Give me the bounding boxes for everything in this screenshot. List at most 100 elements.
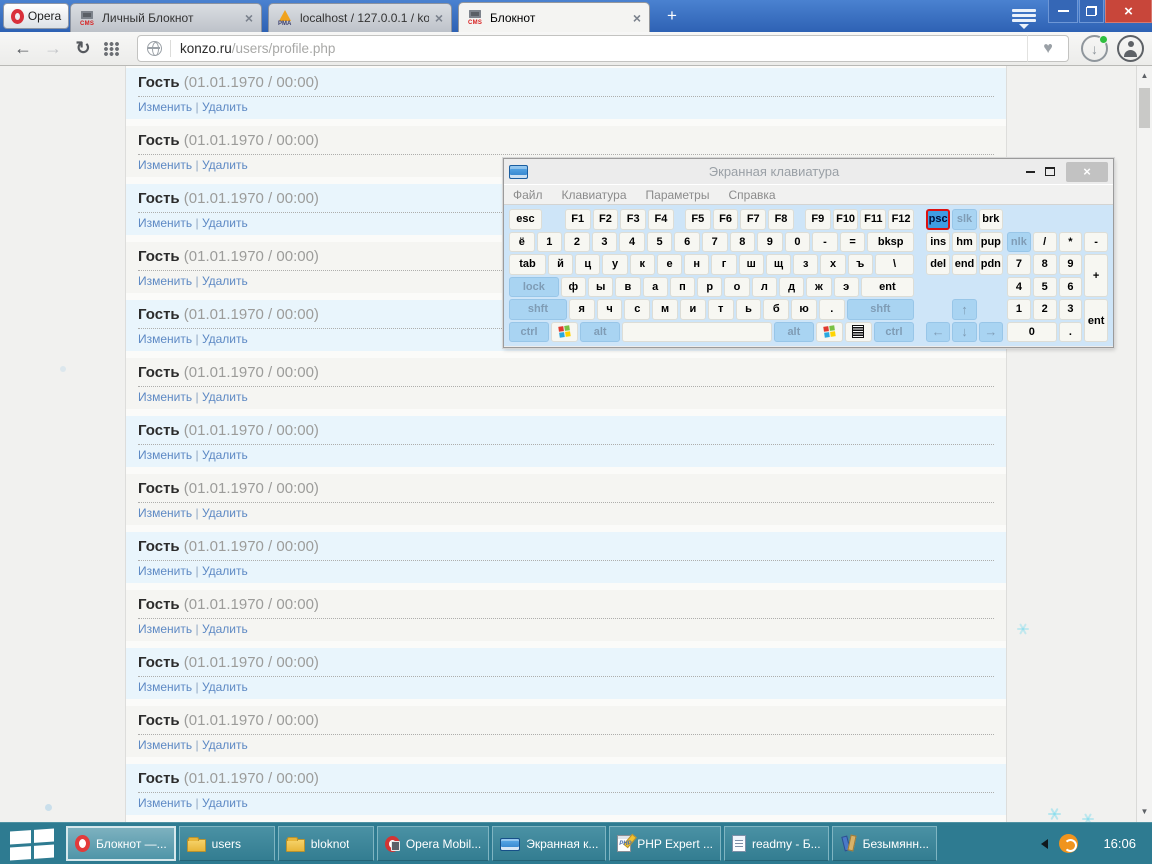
edit-link[interactable]: Изменить: [138, 332, 192, 346]
key-/[interactable]: /: [1033, 232, 1057, 253]
key-win[interactable]: [816, 322, 843, 343]
key-а[interactable]: а: [643, 277, 668, 298]
key-psc[interactable]: psc: [926, 209, 950, 230]
key-end[interactable]: end: [952, 254, 976, 275]
key-shft[interactable]: shft: [509, 299, 567, 320]
edit-link[interactable]: Изменить: [138, 448, 192, 462]
delete-link[interactable]: Удалить: [202, 216, 248, 230]
bookmark-button[interactable]: ♥: [1027, 35, 1069, 62]
key-7[interactable]: 7: [1007, 254, 1031, 275]
key-ins[interactable]: ins: [926, 232, 950, 253]
key-5[interactable]: 5: [647, 232, 673, 253]
key--[interactable]: -: [812, 232, 838, 253]
taskbar-button-keyboard-4[interactable]: Экранная к...: [492, 826, 606, 861]
osk-menu-item[interactable]: Файл: [513, 188, 543, 202]
forward-button[interactable]: →: [38, 38, 68, 59]
url-text[interactable]: konzo.ru/users/profile.php: [180, 41, 335, 56]
key-ч[interactable]: ч: [597, 299, 623, 320]
key-F1[interactable]: F1: [565, 209, 591, 230]
edit-link[interactable]: Изменить: [138, 158, 192, 172]
delete-link[interactable]: Удалить: [202, 738, 248, 752]
key-б[interactable]: б: [763, 299, 789, 320]
key-ф[interactable]: ф: [561, 277, 586, 298]
edit-link[interactable]: Изменить: [138, 738, 192, 752]
key-F10[interactable]: F10: [833, 209, 859, 230]
browser-tab[interactable]: CMSЛичный Блокнот×: [70, 3, 262, 32]
osk-minimize-button[interactable]: [1020, 162, 1040, 182]
edit-link[interactable]: Изменить: [138, 680, 192, 694]
delete-link[interactable]: Удалить: [202, 448, 248, 462]
key-↓[interactable]: ↓: [952, 322, 976, 343]
key-у[interactable]: у: [602, 254, 627, 275]
key-3[interactable]: 3: [1059, 299, 1083, 320]
tab-close-icon[interactable]: ×: [435, 12, 443, 24]
scroll-down-arrow[interactable]: ▼: [1137, 804, 1152, 820]
key-ctrl[interactable]: ctrl: [874, 322, 914, 343]
key-к[interactable]: к: [630, 254, 655, 275]
key-2[interactable]: 2: [564, 232, 590, 253]
back-button[interactable]: ←: [8, 38, 38, 59]
key-brk[interactable]: brk: [979, 209, 1003, 230]
edit-link[interactable]: Изменить: [138, 100, 192, 114]
key-F11[interactable]: F11: [860, 209, 886, 230]
delete-link[interactable]: Удалить: [202, 680, 248, 694]
key-0[interactable]: 0: [785, 232, 811, 253]
delete-link[interactable]: Удалить: [202, 390, 248, 404]
downloads-button[interactable]: ↓: [1081, 35, 1108, 62]
key-pdn[interactable]: pdn: [979, 254, 1003, 275]
key-=[interactable]: =: [840, 232, 866, 253]
key-щ[interactable]: щ: [766, 254, 791, 275]
key-lock[interactable]: lock: [509, 277, 559, 298]
osk-close-button[interactable]: ×: [1066, 162, 1108, 182]
key-ц[interactable]: ц: [575, 254, 600, 275]
tab-close-icon[interactable]: ×: [633, 12, 641, 24]
key-F9[interactable]: F9: [805, 209, 831, 230]
key-в[interactable]: в: [615, 277, 640, 298]
key-л[interactable]: л: [752, 277, 777, 298]
key-н[interactable]: н: [684, 254, 709, 275]
tray-expand-icon[interactable]: [1041, 839, 1048, 849]
browser-menu-icon[interactable]: [1012, 9, 1036, 29]
key-7[interactable]: 7: [702, 232, 728, 253]
key-4[interactable]: 4: [1007, 277, 1031, 298]
key-\[interactable]: \: [875, 254, 914, 275]
delete-link[interactable]: Удалить: [202, 100, 248, 114]
key-э[interactable]: э: [834, 277, 859, 298]
key-ent[interactable]: ent: [861, 277, 914, 298]
key-6[interactable]: 6: [1059, 277, 1083, 298]
taskbar-button-opera-mobile-3[interactable]: Opera Mobil...: [377, 826, 489, 861]
key-4[interactable]: 4: [619, 232, 645, 253]
key-я[interactable]: я: [569, 299, 595, 320]
key-F8[interactable]: F8: [768, 209, 794, 230]
key-8[interactable]: 8: [1033, 254, 1057, 275]
tray-app-icon[interactable]: [1059, 834, 1078, 853]
key--[interactable]: -: [1084, 232, 1108, 253]
key-F4[interactable]: F4: [648, 209, 674, 230]
edit-link[interactable]: Изменить: [138, 216, 192, 230]
speed-dial-icon[interactable]: [104, 42, 119, 56]
osk-maximize-button[interactable]: [1040, 162, 1060, 182]
key-о[interactable]: о: [724, 277, 749, 298]
key-F2[interactable]: F2: [593, 209, 619, 230]
key-esc[interactable]: esc: [509, 209, 542, 230]
taskbar-button-folder-2[interactable]: bloknot: [278, 826, 374, 861]
key-tab[interactable]: tab: [509, 254, 546, 275]
delete-link[interactable]: Удалить: [202, 332, 248, 346]
key-space[interactable]: [622, 322, 772, 343]
key-2[interactable]: 2: [1033, 299, 1057, 320]
key-←[interactable]: ←: [926, 322, 950, 343]
reload-button[interactable]: ↻: [68, 38, 98, 59]
scroll-up-arrow[interactable]: ▲: [1137, 68, 1152, 84]
key-nlk[interactable]: nlk: [1007, 232, 1031, 253]
key-.[interactable]: .: [1059, 322, 1083, 343]
key-п[interactable]: п: [670, 277, 695, 298]
taskbar-button-notepad-6[interactable]: readmy - Б...: [724, 826, 829, 861]
window-close-button[interactable]: ×: [1105, 0, 1152, 23]
key-↑[interactable]: ↑: [952, 299, 976, 320]
key-F3[interactable]: F3: [620, 209, 646, 230]
key-F12[interactable]: F12: [888, 209, 914, 230]
key-del[interactable]: del: [926, 254, 950, 275]
new-tab-button[interactable]: +: [660, 6, 684, 26]
key-й[interactable]: й: [548, 254, 573, 275]
taskbar-button-folder-1[interactable]: users: [179, 826, 275, 861]
